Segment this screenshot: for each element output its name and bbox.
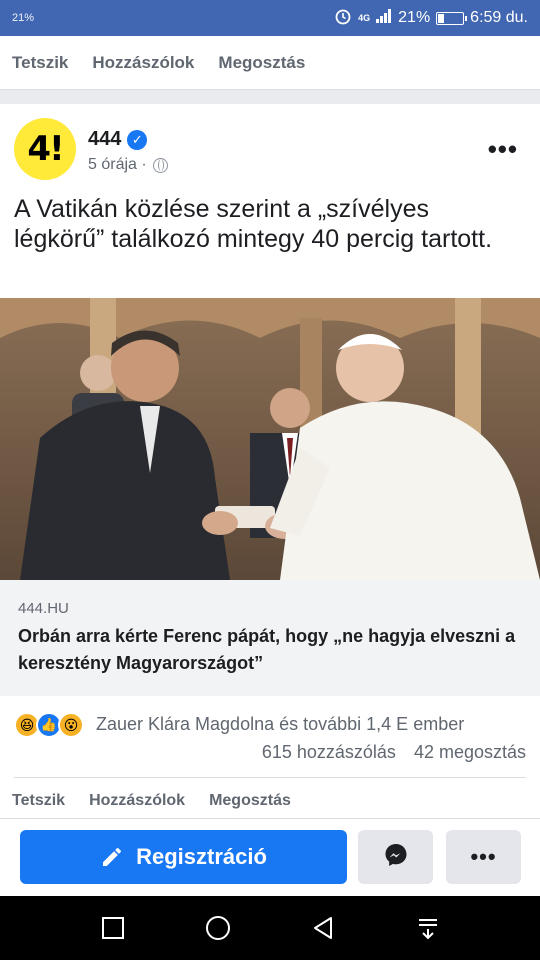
link-domain: 444.HU bbox=[18, 600, 69, 617]
verified-badge-icon: ✓ bbox=[127, 129, 148, 150]
post-timestamp[interactable]: 5 órája · bbox=[88, 156, 168, 174]
more-options-icon[interactable]: ••• bbox=[488, 134, 518, 165]
post-text: A Vatikán közlése szerint a „szívélyes l… bbox=[14, 195, 493, 253]
page-name: 444 bbox=[88, 128, 122, 150]
wow-icon: 😮 bbox=[58, 712, 84, 738]
link-title: Orbán arra kérte Ferenc pápát, hogy „ne … bbox=[18, 626, 516, 673]
post-photo[interactable] bbox=[0, 298, 540, 580]
comment-count[interactable]: 615 hozzászólás bbox=[262, 742, 396, 763]
register-button[interactable]: Regisztráció bbox=[20, 830, 347, 884]
reaction-icons[interactable]: 😆 👍 😮 bbox=[14, 712, 84, 738]
signal-icon bbox=[376, 8, 392, 28]
feed-divider bbox=[0, 90, 540, 104]
4g-icon: 4G bbox=[358, 13, 371, 23]
pencil-icon bbox=[100, 845, 124, 869]
link-preview[interactable]: 444.HU Orbán arra kérte Ferenc pápát, ho… bbox=[0, 580, 540, 696]
post-header: 4! 444 ✓ 5 órája · ••• bbox=[0, 104, 540, 192]
comment-button[interactable]: Hozzászólok bbox=[92, 53, 194, 73]
status-bar: 21% 4G 21% 6:59 du. bbox=[0, 0, 540, 36]
recents-icon[interactable] bbox=[89, 904, 137, 952]
notification-shade-icon[interactable] bbox=[404, 904, 452, 952]
messenger-button[interactable] bbox=[358, 830, 433, 884]
engagement-counts: 615 hozzászólás 42 megosztás bbox=[262, 742, 526, 763]
reaction-names[interactable]: Zauer Klára Magdolna és további 1,4 E em… bbox=[96, 714, 464, 735]
reactions-summary: 😆 👍 😮 Zauer Klára Magdolna és további 1,… bbox=[14, 708, 526, 778]
like-button[interactable]: Tetszik bbox=[12, 53, 68, 73]
share-count[interactable]: 42 megosztás bbox=[414, 742, 526, 763]
back-icon[interactable] bbox=[299, 904, 347, 952]
home-icon[interactable] bbox=[194, 904, 242, 952]
globe-icon bbox=[152, 157, 168, 173]
top-action-bar: Tetszik Hozzászólok Megosztás bbox=[0, 36, 540, 90]
login-footer: Regisztráció ••• bbox=[0, 818, 540, 896]
avatar[interactable]: 4! bbox=[14, 118, 76, 180]
post-share-button[interactable]: Megosztás bbox=[209, 792, 291, 810]
status-icons: 4G 21% 6:59 du. bbox=[334, 7, 528, 30]
battery-icon bbox=[436, 11, 468, 25]
battery-percent: 21% bbox=[398, 9, 431, 26]
alarm-icon bbox=[334, 7, 352, 30]
post-action-bar: Tetszik Hozzászólok Megosztás bbox=[0, 784, 540, 818]
post-like-button[interactable]: Tetszik bbox=[12, 792, 65, 810]
register-label: Regisztráció bbox=[136, 844, 267, 869]
status-left-indicator: 21% bbox=[12, 12, 35, 24]
system-nav-bar bbox=[0, 896, 540, 960]
page-name-link[interactable]: 444 ✓ bbox=[88, 128, 148, 151]
clock: 6:59 du. bbox=[470, 9, 528, 26]
post-time-text: 5 órája · bbox=[88, 156, 147, 173]
share-button[interactable]: Megosztás bbox=[218, 53, 305, 73]
messenger-icon bbox=[383, 842, 409, 873]
post-comment-button[interactable]: Hozzászólok bbox=[89, 792, 185, 810]
avatar-logo: 4! bbox=[27, 129, 64, 169]
more-button[interactable]: ••• bbox=[446, 830, 521, 884]
battery-fill bbox=[438, 13, 444, 23]
